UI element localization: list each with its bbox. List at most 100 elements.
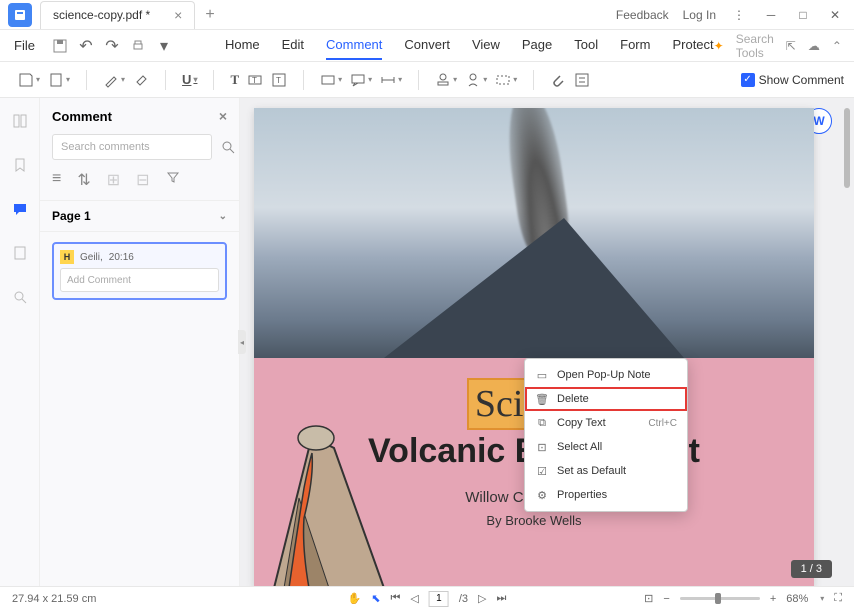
share-icon[interactable]: ⇱	[786, 39, 796, 53]
menu-tab-home[interactable]: Home	[225, 31, 260, 60]
menu-tab-convert[interactable]: Convert	[404, 31, 450, 60]
note-tool[interactable]: ▾	[18, 72, 40, 88]
show-comment-toggle[interactable]: ✓ Show Comment	[741, 73, 844, 87]
thumbnails-icon[interactable]	[9, 110, 31, 132]
list-view-icon[interactable]: ≡	[52, 170, 61, 190]
ai-icon[interactable]: ✦	[714, 39, 724, 53]
zoom-slider[interactable]	[680, 597, 760, 600]
underline-tool[interactable]: U▾	[182, 72, 197, 87]
fullscreen-icon[interactable]: ⛶	[834, 592, 842, 605]
app-icon	[8, 3, 32, 27]
text-callout-tool[interactable]: T	[247, 72, 263, 88]
ctx-properties[interactable]: ⚙Properties	[525, 483, 687, 507]
add-comment-input[interactable]	[60, 268, 219, 292]
hero-image	[254, 108, 814, 358]
text-tool[interactable]: T	[230, 72, 239, 88]
document-tab[interactable]: science-copy.pdf * ×	[40, 1, 195, 29]
cloud-icon[interactable]: ☁	[808, 39, 820, 53]
comment-panel: Comment × ≡ ⇅ ⊞ ⊟ Page 1 ⌄ H Geili, 20:1…	[40, 98, 240, 586]
text-box-tool[interactable]: T	[271, 72, 287, 88]
ctx-copy-text[interactable]: ⧉Copy TextCtrl+C	[525, 411, 687, 435]
undo-icon[interactable]: ↶	[75, 35, 97, 57]
collapse-icon[interactable]: ⊟	[136, 170, 149, 190]
qat-dropdown-icon[interactable]: ▾	[153, 35, 175, 57]
close-tab-icon[interactable]: ×	[174, 7, 182, 23]
vertical-scrollbar[interactable]	[844, 108, 850, 188]
options-tool[interactable]	[574, 72, 590, 88]
menu-tab-form[interactable]: Form	[620, 31, 650, 60]
chevron-down-icon: ⌄	[219, 211, 227, 222]
file-menu[interactable]: File	[4, 34, 45, 57]
login-link[interactable]: Log In	[683, 8, 716, 22]
ctx-select-all[interactable]: ⊡Select All	[525, 435, 687, 459]
close-panel-icon[interactable]: ×	[219, 108, 227, 124]
tab-title: science-copy.pdf *	[53, 8, 150, 22]
highlight-tool[interactable]: ▾	[103, 72, 125, 88]
page-total: /3	[459, 593, 468, 605]
comment-author: Geili,	[80, 252, 103, 263]
area-tool[interactable]: ▾	[495, 72, 517, 88]
eraser-tool[interactable]	[133, 72, 149, 88]
attach-tool[interactable]: ▾	[48, 72, 70, 88]
sort-icon[interactable]: ⇅	[77, 170, 90, 190]
highlight-badge: H	[60, 250, 74, 264]
save-icon[interactable]	[49, 35, 71, 57]
attachments-icon[interactable]	[9, 242, 31, 264]
menu-tab-tool[interactable]: Tool	[574, 31, 598, 60]
search-comments-input[interactable]	[52, 134, 212, 160]
last-page-icon[interactable]: ⏭	[497, 592, 507, 605]
select-tool-icon[interactable]: ⬉	[371, 592, 380, 605]
callout-tool[interactable]: ▾	[350, 72, 372, 88]
next-page-icon[interactable]: ▷	[478, 592, 486, 605]
menu-tab-comment[interactable]: Comment	[326, 31, 382, 60]
panel-collapse-handle[interactable]: ◂	[238, 330, 246, 354]
rectangle-tool[interactable]: ▾	[320, 72, 342, 88]
ctx-icon: ⧉	[535, 416, 549, 430]
first-page-icon[interactable]: ⏮	[390, 592, 400, 605]
add-tab-button[interactable]: +	[205, 6, 214, 24]
ctx-delete[interactable]: 🗑Delete	[525, 387, 687, 411]
page-section-header[interactable]: Page 1 ⌄	[40, 200, 239, 232]
ctx-icon: ⊡	[535, 440, 549, 454]
minimize-icon[interactable]: ─	[762, 6, 780, 24]
print-icon[interactable]	[127, 35, 149, 57]
filter-icon[interactable]	[166, 170, 180, 190]
menu-tab-edit[interactable]: Edit	[282, 31, 304, 60]
collapse-ribbon-icon[interactable]: ⌃	[832, 39, 842, 53]
measure-tool[interactable]: ▾	[380, 72, 402, 88]
comment-item[interactable]: H Geili, 20:16	[52, 242, 227, 300]
document-viewport[interactable]: W Science Volcanic Experiment	[240, 98, 854, 586]
comments-icon[interactable]	[9, 198, 31, 220]
signature-tool[interactable]: ▾	[465, 72, 487, 88]
expand-icon[interactable]: ⊞	[107, 170, 120, 190]
search-icon[interactable]	[220, 139, 236, 155]
ctx-icon: 🗑	[535, 392, 549, 406]
context-menu: ▭Open Pop-Up Note🗑Delete⧉Copy TextCtrl+C…	[524, 358, 688, 512]
hand-tool-icon[interactable]: ✋	[348, 592, 362, 605]
prev-page-icon[interactable]: ◁	[410, 592, 418, 605]
menu-tab-page[interactable]: Page	[522, 31, 552, 60]
fit-width-icon[interactable]: ⊡	[644, 592, 653, 605]
bookmarks-icon[interactable]	[9, 154, 31, 176]
close-window-icon[interactable]: ✕	[826, 6, 844, 24]
zoom-out-icon[interactable]: −	[663, 593, 669, 605]
ctx-open-pop-up-note[interactable]: ▭Open Pop-Up Note	[525, 363, 687, 387]
more-icon[interactable]: ⋮	[730, 6, 748, 24]
zoom-dropdown-icon[interactable]: ▾	[820, 594, 824, 603]
titlebar: science-copy.pdf * × + Feedback Log In ⋮…	[0, 0, 854, 30]
maximize-icon[interactable]: □	[794, 6, 812, 24]
stamp-tool[interactable]: ▾	[435, 72, 457, 88]
comment-toolbar: ▾ ▾ ▾ U▾ T T T ▾ ▾ ▾ ▾ ▾ ▾ ✓ Show Commen…	[0, 62, 854, 98]
ctx-set-as-default[interactable]: ☑Set as Default	[525, 459, 687, 483]
page-number-input[interactable]	[429, 591, 449, 607]
feedback-link[interactable]: Feedback	[616, 8, 669, 22]
menu-tab-protect[interactable]: Protect	[672, 31, 713, 60]
panel-title: Comment	[52, 109, 112, 124]
redo-icon[interactable]: ↷	[101, 35, 123, 57]
menu-tab-view[interactable]: View	[472, 31, 500, 60]
search-icon[interactable]	[9, 286, 31, 308]
zoom-in-icon[interactable]: +	[770, 593, 776, 605]
attachment-tool[interactable]	[550, 72, 566, 88]
document-page: Science Volcanic Experiment Willow Creek…	[254, 108, 814, 586]
search-tools[interactable]: Search Tools	[736, 32, 774, 60]
